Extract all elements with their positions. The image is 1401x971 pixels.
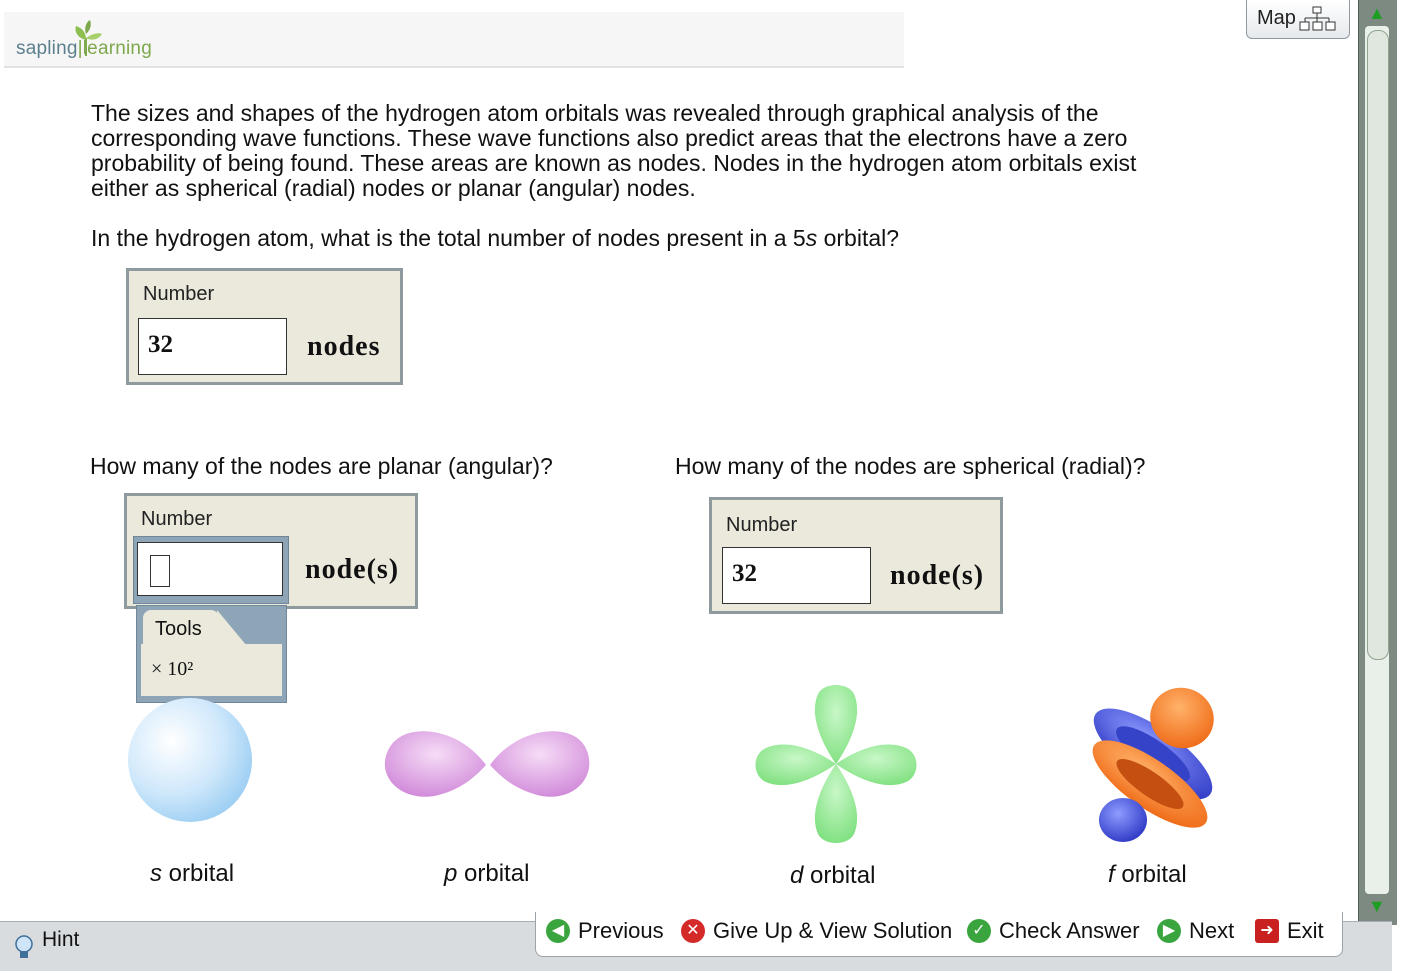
tools-panel: Tools × 10² bbox=[136, 605, 287, 703]
total-nodes-input[interactable]: 32 bbox=[138, 318, 287, 375]
check-answer-button[interactable]: ✓ Check Answer bbox=[967, 918, 1140, 944]
scroll-down-arrow-icon[interactable]: ▼ bbox=[1368, 896, 1386, 917]
f-orbital-image bbox=[1092, 687, 1214, 842]
unit-label: nodes bbox=[307, 331, 381, 362]
arrow-right-icon: ▶ bbox=[1157, 919, 1181, 943]
p-orbital-image bbox=[384, 731, 590, 797]
next-button[interactable]: ▶ Next bbox=[1157, 918, 1234, 944]
spherical-question: How many of the nodes are spherical (rad… bbox=[675, 453, 1146, 479]
give-up-button[interactable]: ✕ Give Up & View Solution bbox=[681, 918, 952, 944]
number-label: Number bbox=[143, 283, 215, 305]
f-orbital-label: f orbital bbox=[1108, 861, 1187, 888]
tools-tab[interactable]: Tools bbox=[143, 610, 219, 646]
d-orbital-label: d orbital bbox=[790, 862, 876, 889]
input-value: 32 bbox=[732, 560, 757, 587]
s-orbital-label: s orbital bbox=[150, 860, 235, 887]
spherical-nodes-input[interactable]: 32 bbox=[722, 547, 871, 604]
s-orbital-image bbox=[128, 698, 252, 822]
intro-line: probability of being found. These areas … bbox=[91, 150, 1137, 176]
exit-button[interactable]: ➜ Exit bbox=[1255, 918, 1324, 944]
navigation-bar: ◀ Previous ✕ Give Up & View Solution ✓ C… bbox=[535, 912, 1343, 957]
d-orbital-image bbox=[755, 685, 917, 843]
unit-label: node(s) bbox=[890, 560, 985, 591]
scroll-thumb[interactable] bbox=[1367, 30, 1389, 660]
x-circle-icon: ✕ bbox=[681, 919, 705, 943]
scroll-up-arrow-icon[interactable]: ▲ bbox=[1368, 3, 1386, 24]
planar-question: How many of the nodes are planar (angula… bbox=[90, 453, 553, 479]
number-label: Number bbox=[141, 508, 213, 530]
map-label: Map bbox=[1257, 7, 1296, 29]
intro-line: corresponding wave functions. These wave… bbox=[91, 125, 1128, 151]
arrow-left-icon: ◀ bbox=[546, 919, 570, 943]
tools-body: × 10² bbox=[141, 644, 282, 696]
hint-button[interactable]: Hint bbox=[42, 928, 79, 952]
total-nodes-answer-box: Number 32 nodes bbox=[126, 268, 403, 385]
number-label: Number bbox=[726, 514, 798, 536]
spherical-nodes-answer-box: Number 32 node(s) bbox=[709, 497, 1003, 614]
exit-door-icon: ➜ bbox=[1255, 919, 1279, 943]
planar-nodes-input[interactable] bbox=[137, 542, 283, 596]
question-intro: The sizes and shapes of the hydrogen ato… bbox=[91, 101, 1261, 201]
text-cursor bbox=[150, 555, 170, 587]
active-input-frame bbox=[133, 536, 289, 604]
question-prompt: In the hydrogen atom, what is the total … bbox=[91, 225, 900, 251]
sitemap-icon bbox=[1299, 6, 1336, 31]
intro-line: The sizes and shapes of the hydrogen ato… bbox=[91, 100, 1099, 126]
input-value: 32 bbox=[148, 331, 173, 358]
sapling-learning-logo: sapling|learning bbox=[16, 38, 152, 59]
vertical-scrollbar[interactable]: ▲ ▼ bbox=[1358, 0, 1397, 925]
tab-corner bbox=[217, 610, 247, 646]
p-orbital-label: p orbital bbox=[444, 860, 530, 887]
unit-label: node(s) bbox=[305, 554, 400, 585]
check-icon: ✓ bbox=[967, 919, 991, 943]
previous-button[interactable]: ◀ Previous bbox=[546, 918, 664, 944]
lightbulb-icon bbox=[15, 935, 33, 958]
tools-label: Tools bbox=[155, 618, 202, 640]
intro-line: either as spherical (radial) nodes or pl… bbox=[91, 175, 696, 201]
map-button[interactable]: Map bbox=[1246, 0, 1350, 39]
times-ten-power-button[interactable]: × 10² bbox=[151, 658, 193, 681]
